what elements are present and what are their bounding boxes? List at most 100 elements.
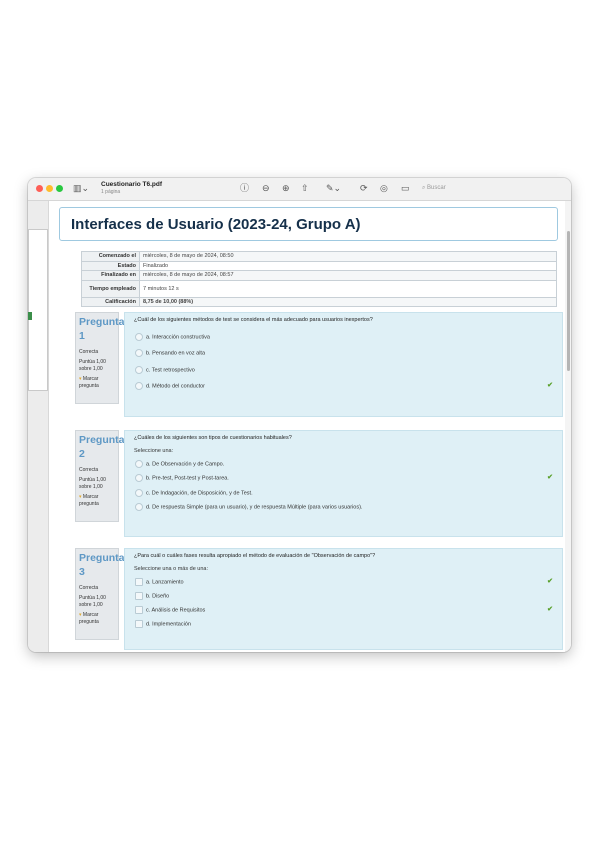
info-icon[interactable]: ⓘ — [240, 182, 249, 194]
document-title: Cuestionario T6.pdf — [101, 181, 163, 188]
search-icon: ⌕ — [422, 185, 426, 191]
summary-row: Finalizado en miércoles, 8 de mayo de 202… — [81, 270, 557, 281]
window-toolbar: ▥⌄ Cuestionario T6.pdf 1 página ⓘ ⊖ ⊕ ⇧ … — [28, 178, 571, 201]
correct-check-icon: ✔ — [547, 606, 553, 613]
summary-row: Calificación 8,75 de 10,00 (88%) — [81, 296, 557, 307]
summary-key: Comenzado el — [81, 251, 140, 262]
flag-question-link[interactable]: ▾ Marcar pregunta — [79, 376, 117, 390]
radio-button[interactable] — [135, 489, 143, 497]
radio-button[interactable] — [135, 349, 143, 357]
question-1-body: ¿Cuál de los siguientes métodos de test … — [124, 312, 563, 417]
flag-question-link[interactable]: ▾ Marcar pregunta — [79, 494, 117, 508]
radio-button[interactable] — [135, 382, 143, 390]
correct-check-icon: ✔ — [547, 474, 553, 481]
question-mark: Puntúa 1,00 sobre 1,00 — [79, 359, 106, 372]
option-label: d. Implementación — [146, 621, 191, 628]
summary-value: miércoles, 8 de mayo de 2024, 08:50 — [139, 251, 557, 262]
answer-option[interactable]: a. Interacción constructiva — [135, 333, 210, 341]
summary-value: miércoles, 8 de mayo de 2024, 08:57 — [139, 270, 557, 281]
summary-key: Calificación — [81, 296, 140, 307]
question-state: Correcta — [79, 585, 99, 591]
option-label: b. Pre-test, Post-test y Post-tarea. — [146, 475, 229, 482]
zoom-in-icon[interactable]: ⊕ — [282, 182, 290, 194]
question-3-info: Pregunta 3 Correcta Puntúa 1,00 sobre 1,… — [75, 548, 125, 640]
checkbox[interactable] — [135, 592, 143, 600]
sidebar-icon[interactable]: ▥⌄ — [73, 182, 89, 194]
answer-option[interactable]: c. Test retrospectivo — [135, 366, 195, 374]
radio-button[interactable] — [135, 333, 143, 341]
checkbox[interactable] — [135, 578, 143, 586]
question-state: Correcta — [79, 349, 99, 355]
scrollbar-thumb[interactable] — [567, 231, 570, 371]
option-label: d. Método del conductor — [146, 383, 206, 390]
summary-key: Finalizado en — [81, 270, 140, 281]
radio-button[interactable] — [135, 503, 143, 511]
question-2-body: ¿Cuáles de los siguientes son tipos de c… — [124, 430, 563, 537]
question-prompt: Seleccione una o más de una: — [134, 566, 208, 572]
zoom-window-button[interactable] — [56, 185, 63, 192]
question-2-info: Pregunta 2 Correcta Puntúa 1,00 sobre 1,… — [75, 430, 125, 522]
answer-option[interactable]: b. Pre-test, Post-test y Post-tarea. — [135, 474, 229, 482]
pen-icon[interactable]: ✎⌄ — [326, 182, 341, 194]
option-label: b. Diseño — [146, 593, 170, 600]
rotate-icon[interactable]: ⟳ — [360, 182, 368, 194]
summary-row: Tiempo empleado 7 minutos 12 s — [81, 279, 557, 298]
answer-option[interactable]: d. Implementación — [135, 620, 191, 628]
option-label: d. De respuesta Simple (para un usuario)… — [146, 504, 363, 511]
share-icon[interactable]: ⇧ — [301, 182, 309, 194]
summary-value: Finalizado — [139, 260, 557, 271]
close-window-button[interactable] — [36, 185, 43, 192]
answer-option[interactable]: d. De respuesta Simple (para un usuario)… — [135, 503, 362, 511]
checkbox[interactable] — [135, 606, 143, 614]
question-label: Pregunta — [79, 552, 125, 564]
option-label: c. Análisis de Requisitos — [146, 607, 206, 614]
question-3-body: ¿Para cuál o cuáles fases resulta apropi… — [124, 548, 563, 650]
question-prompt: Seleccione una: — [134, 448, 174, 454]
search-input[interactable]: ⌕ Buscar — [422, 182, 564, 195]
answer-option[interactable]: b. Pensando en voz alta — [135, 349, 205, 357]
correct-check-icon: ✔ — [547, 382, 553, 389]
flag-icon: ▾ — [79, 612, 82, 618]
option-label: b. Pensando en voz alta — [146, 350, 206, 357]
pdf-page: Interfaces de Usuario (2023-24, Grupo A)… — [49, 201, 565, 652]
summary-key: Estado — [81, 260, 140, 271]
radio-button[interactable] — [135, 474, 143, 482]
answer-option[interactable]: b. Diseño — [135, 592, 169, 600]
option-label: c. Test retrospectivo — [146, 367, 195, 374]
question-mark: Puntúa 1,00 sobre 1,00 — [79, 477, 106, 490]
question-number: 2 — [79, 448, 85, 460]
radio-button[interactable] — [135, 366, 143, 374]
flag-label: Marcar pregunta — [79, 376, 99, 389]
question-label: Pregunta — [79, 434, 125, 446]
summary-row: Comenzado el miércoles, 8 de mayo de 2024… — [81, 251, 557, 262]
answer-option[interactable]: c. Análisis de Requisitos — [135, 606, 205, 614]
question-label: Pregunta — [79, 316, 125, 328]
question-text: ¿Para cuál o cuáles fases resulta apropi… — [134, 553, 376, 559]
answer-option[interactable]: a. Lanzamiento — [135, 578, 184, 586]
zoom-out-icon[interactable]: ⊖ — [262, 182, 270, 194]
question-text: ¿Cuál de los siguientes métodos de test … — [134, 317, 373, 323]
attempt-summary-table: Comenzado el miércoles, 8 de mayo de 2024… — [81, 251, 557, 307]
page-thumbnail[interactable] — [28, 229, 48, 391]
question-state: Correcta — [79, 467, 99, 473]
checkbox[interactable] — [135, 620, 143, 628]
markup-circle-icon[interactable]: ◎ — [380, 182, 388, 194]
preview-window: ▥⌄ Cuestionario T6.pdf 1 página ⓘ ⊖ ⊕ ⇧ … — [28, 178, 571, 652]
answer-option[interactable]: d. Método del conductor — [135, 382, 205, 390]
search-placeholder: Buscar — [427, 185, 446, 191]
minimize-window-button[interactable] — [46, 185, 53, 192]
option-label: a. Lanzamiento — [146, 579, 184, 586]
summary-value: 8,75 de 10,00 (88%) — [139, 296, 557, 307]
option-label: a. De Observación y de Campo. — [146, 461, 225, 468]
radio-button[interactable] — [135, 460, 143, 468]
question-1-info: Pregunta 1 Correcta Puntúa 1,00 sobre 1,… — [75, 312, 125, 404]
flag-icon: ▾ — [79, 376, 82, 382]
flag-question-link[interactable]: ▾ Marcar pregunta — [79, 612, 117, 626]
flag-label: Marcar pregunta — [79, 494, 99, 507]
answer-option[interactable]: c. De Indagación, de Disposición, y de T… — [135, 489, 253, 497]
vertical-scrollbar[interactable] — [566, 201, 571, 652]
answer-option[interactable]: a. De Observación y de Campo. — [135, 460, 224, 468]
form-icon[interactable]: ▭ — [401, 182, 410, 194]
correct-check-icon: ✔ — [547, 578, 553, 585]
thumbnail-highlight — [28, 312, 32, 320]
